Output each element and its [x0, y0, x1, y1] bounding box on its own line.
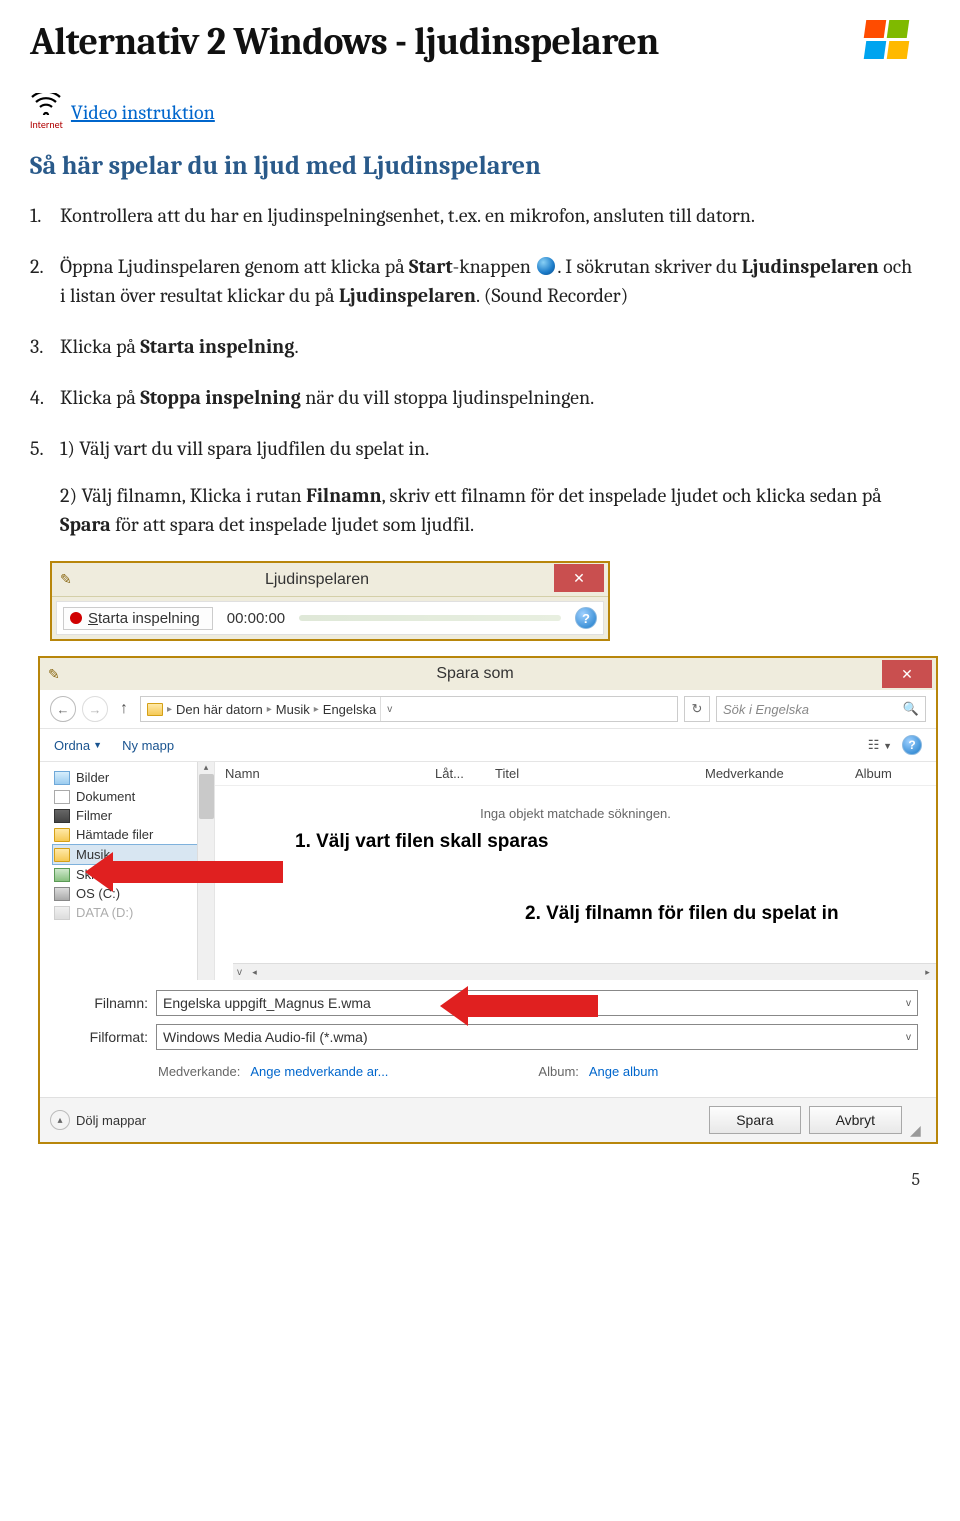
save-as-dialog: ✎ Spara som ✕ ← → ↑ ▸ Den här datorn▸ Mu…: [38, 656, 938, 1144]
back-button[interactable]: ←: [50, 696, 76, 722]
album-input[interactable]: Ange album: [589, 1064, 658, 1079]
step-5: 5. 1) Välj vart du vill spara ljudfilen …: [60, 434, 920, 539]
sound-recorder-window: ✎ Ljudinspelaren ✕ Starta inspelning 00:…: [50, 561, 610, 641]
window-title: Ljudinspelaren: [80, 571, 554, 589]
internet-icon: Internet: [30, 93, 63, 131]
help-button[interactable]: ?: [575, 607, 597, 629]
collapse-icon: ▴: [50, 1110, 70, 1130]
tree-item-dokument[interactable]: Dokument: [54, 787, 214, 806]
fileformat-label: Filformat:: [58, 1029, 148, 1045]
breadcrumb[interactable]: ▸ Den här datorn▸ Musik▸ Engelska v: [140, 696, 678, 722]
search-input[interactable]: Sök i Engelska 🔍: [716, 696, 926, 722]
app-icon: ✎: [48, 666, 68, 683]
level-meter: [299, 615, 561, 621]
listing-h-scrollbar[interactable]: v ◂▸: [233, 963, 936, 980]
app-icon: ✎: [60, 571, 80, 588]
tree-item-data-d[interactable]: DATA (D:): [54, 903, 214, 922]
tree-item-hamtade[interactable]: Hämtade filer: [54, 825, 214, 844]
page-title: Alternativ 2 Windows - ljudinspelaren: [30, 20, 659, 64]
close-button[interactable]: ✕: [554, 564, 604, 592]
cancel-button[interactable]: Avbryt: [809, 1106, 902, 1134]
annotation-1: 1. Välj vart filen skall sparas: [295, 830, 548, 854]
dialog-title: Spara som: [68, 665, 882, 683]
contributor-input[interactable]: Ange medverkande ar...: [250, 1064, 388, 1079]
tree-item-bilder[interactable]: Bilder: [54, 768, 214, 787]
folder-icon: [147, 703, 163, 716]
tree-item-filmer[interactable]: Filmer: [54, 806, 214, 825]
arrow-1-icon: [85, 852, 283, 892]
recording-time: 00:00:00: [227, 610, 285, 627]
resize-grip-icon[interactable]: ◢: [910, 1122, 926, 1138]
hide-folders-button[interactable]: ▴ Dölj mappar: [50, 1110, 146, 1130]
arrow-2-icon: [440, 986, 598, 1026]
album-label: Album:: [538, 1064, 578, 1079]
filename-label: Filnamn:: [58, 995, 148, 1011]
step-4: 4. Klicka på Stoppa inspelning när du vi…: [60, 383, 920, 412]
start-orb-icon: [537, 257, 555, 275]
up-button[interactable]: ↑: [114, 700, 134, 718]
column-headers[interactable]: Namn Låt... Titel Medverkande Album: [215, 762, 936, 786]
video-instruction-link[interactable]: Video instruktion: [71, 101, 215, 124]
new-folder-button[interactable]: Ny mapp: [122, 738, 174, 753]
refresh-button[interactable]: ↻: [684, 696, 710, 722]
fileformat-select[interactable]: Windows Media Audio-fil (*.wma) v: [156, 1024, 918, 1050]
annotation-2: 2. Välj filnamn för filen du spelat in: [525, 902, 839, 926]
close-button[interactable]: ✕: [882, 660, 932, 688]
windows-logo-icon: [865, 20, 920, 68]
contributor-label: Medverkande:: [158, 1064, 240, 1079]
record-icon: [70, 612, 82, 624]
breadcrumb-dropdown[interactable]: v: [380, 697, 398, 721]
step-1: 1. Kontrollera att du har en ljudinspeln…: [60, 201, 920, 230]
save-button[interactable]: Spara: [709, 1106, 800, 1134]
help-button[interactable]: ?: [902, 735, 922, 755]
search-icon: 🔍: [903, 701, 919, 717]
organize-menu[interactable]: Ordna ▼: [54, 738, 102, 753]
step-3: 3. Klicka på Starta inspelning.: [60, 332, 920, 361]
page-number: 5: [30, 1169, 920, 1190]
step-2: 2. Öppna Ljudinspelaren genom att klicka…: [60, 252, 920, 310]
section-heading: Så här spelar du in ljud med Ljudinspela…: [30, 151, 920, 181]
view-mode-button[interactable]: ☷ ▼: [868, 737, 892, 753]
start-recording-button[interactable]: Starta inspelning: [63, 607, 213, 630]
forward-button[interactable]: →: [82, 696, 108, 722]
